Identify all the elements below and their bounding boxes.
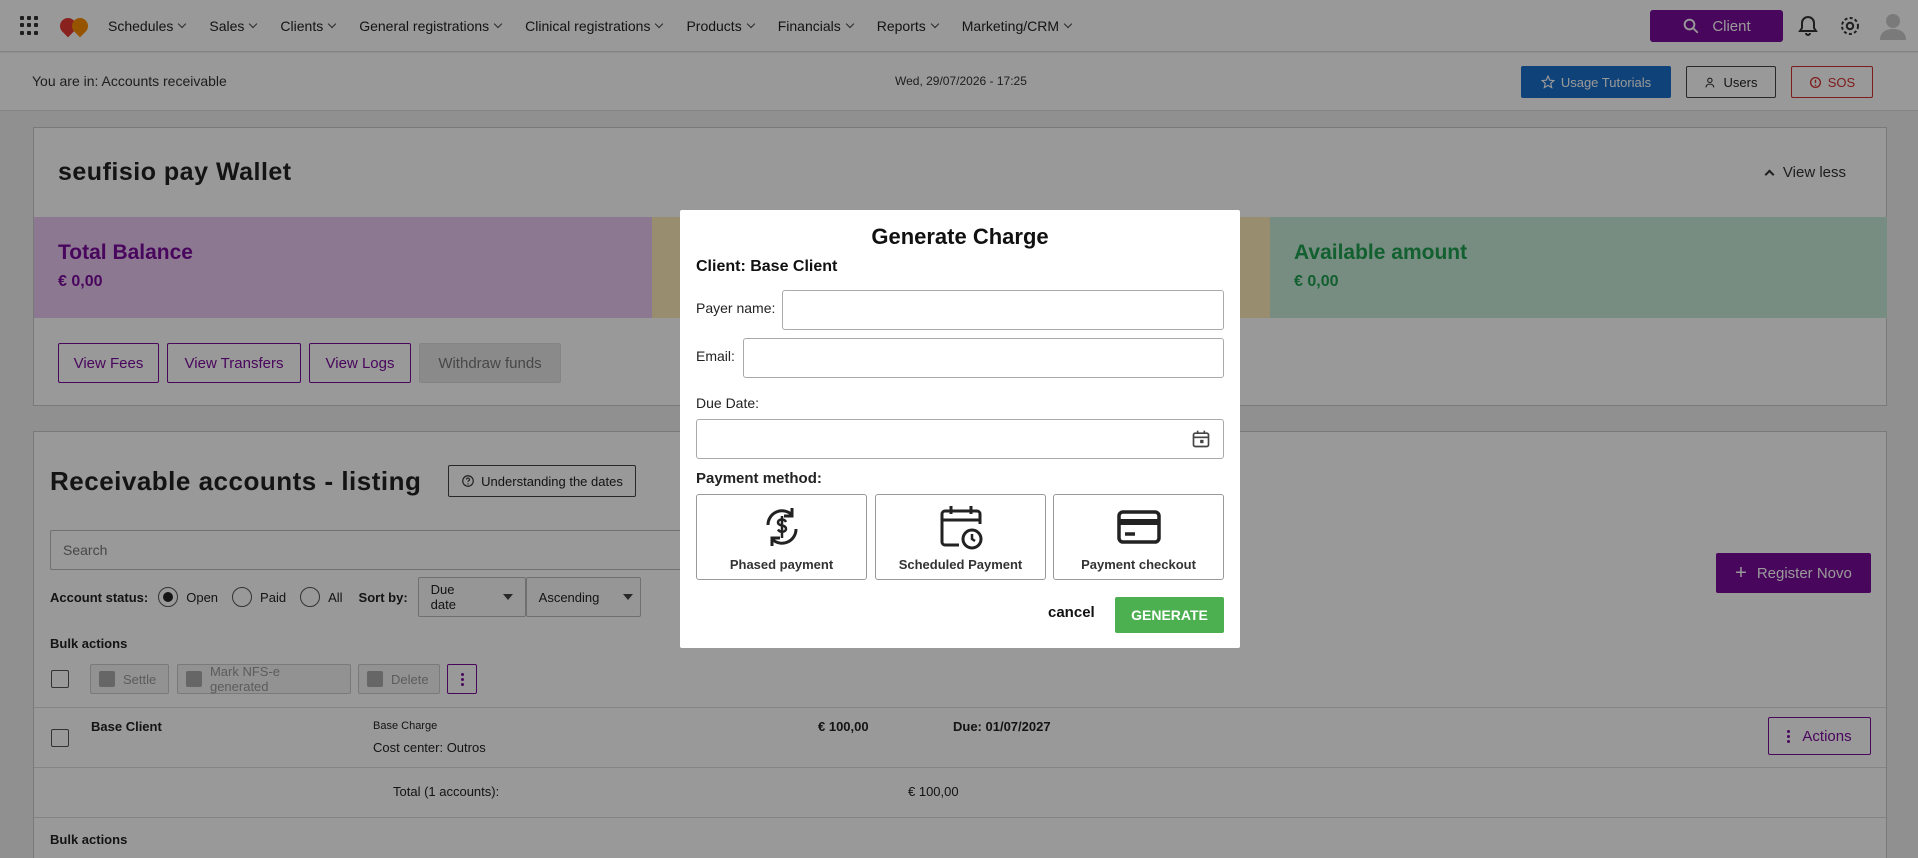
due-date-label: Due Date: bbox=[696, 395, 760, 411]
generate-button[interactable]: GENERATE bbox=[1115, 597, 1224, 633]
payment-method-label: Payment method: bbox=[696, 470, 822, 487]
payment-checkout-label: Payment checkout bbox=[1081, 557, 1196, 572]
phased-payment-icon bbox=[766, 508, 798, 546]
generate-charge-modal: Generate Charge Client: Base Client Paye… bbox=[680, 210, 1240, 648]
payer-name-input[interactable] bbox=[782, 290, 1224, 330]
payment-checkout-option[interactable]: Payment checkout bbox=[1053, 494, 1224, 580]
scheduled-payment-option[interactable]: Scheduled Payment bbox=[875, 494, 1046, 580]
credit-card-icon bbox=[1117, 510, 1161, 544]
payer-name-label: Payer name: bbox=[696, 300, 776, 316]
calendar-icon[interactable] bbox=[1191, 429, 1211, 449]
scheduled-payment-label: Scheduled Payment bbox=[898, 557, 1023, 572]
modal-title: Generate Charge bbox=[871, 224, 1049, 249]
email-label: Email: bbox=[696, 348, 735, 364]
phased-payment-label: Phased payment bbox=[729, 557, 834, 572]
scheduled-payment-icon bbox=[940, 506, 983, 550]
phased-payment-option[interactable]: Phased payment bbox=[696, 494, 867, 580]
modal-client: Client: Base Client bbox=[696, 258, 838, 275]
due-date-input[interactable] bbox=[696, 419, 1224, 459]
cancel-button[interactable]: cancel bbox=[1048, 604, 1095, 621]
email-input[interactable] bbox=[743, 338, 1224, 378]
